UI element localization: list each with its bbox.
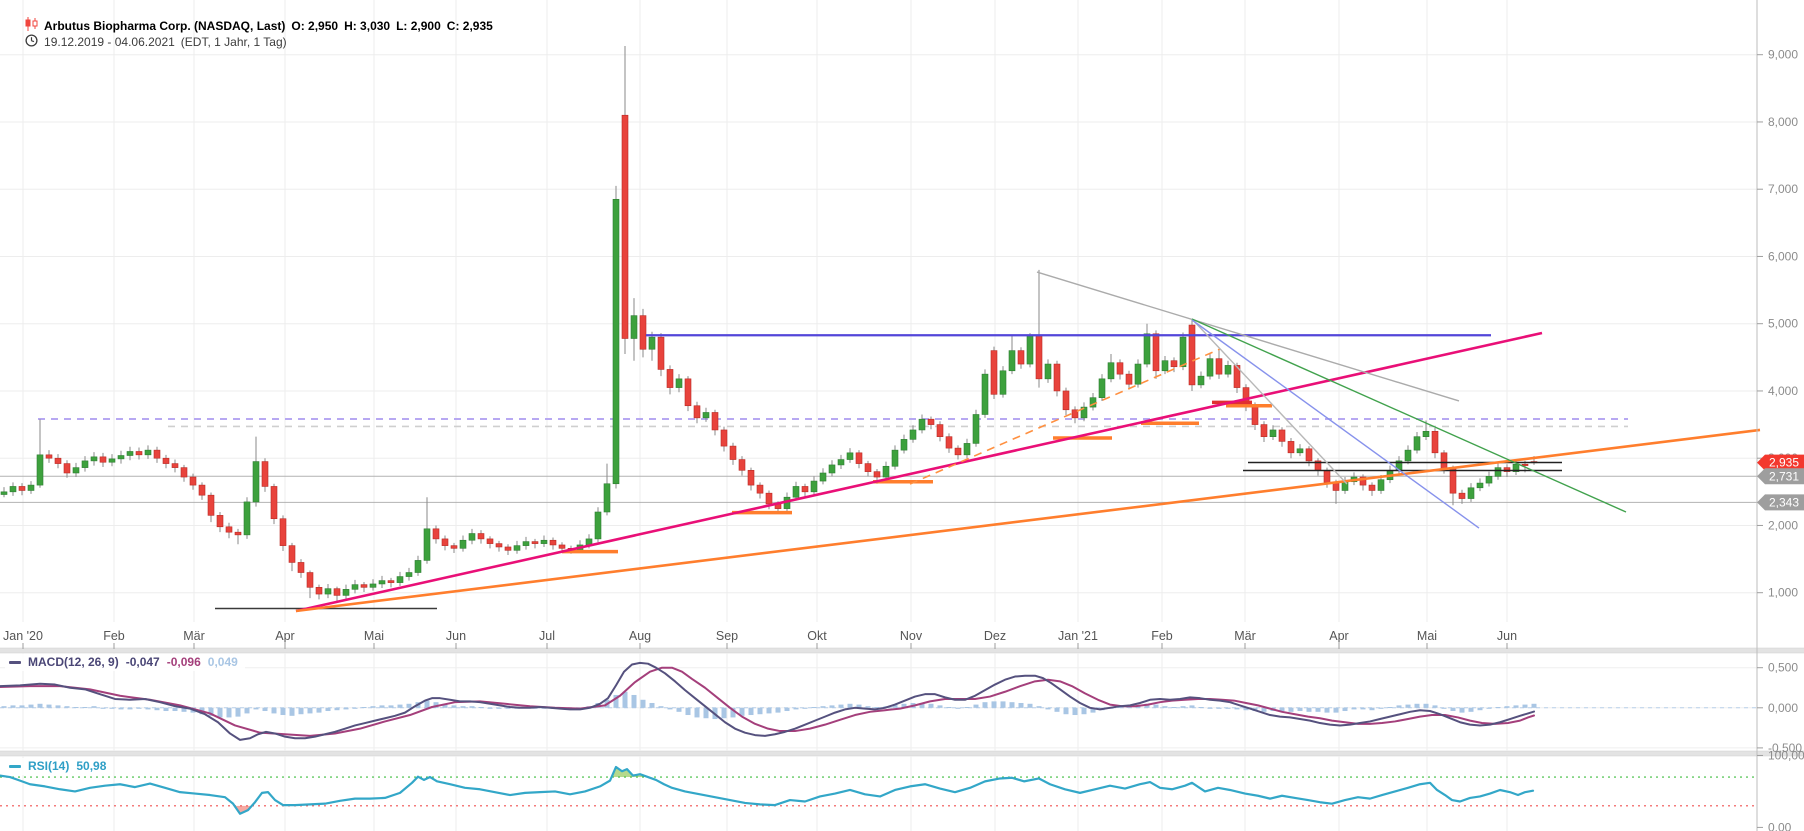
date-range-row: 19.12.2019 - 04.06.2021 (EDT, 1 Jahr, 1 … bbox=[5, 20, 287, 64]
ohlc-high: H: 3,030 bbox=[344, 18, 391, 33]
svg-text:Jan '21: Jan '21 bbox=[1058, 629, 1098, 643]
ohlc-open: O: 2,950 bbox=[291, 18, 339, 33]
svg-text:1,000: 1,000 bbox=[1768, 586, 1798, 600]
svg-text:5,000: 5,000 bbox=[1768, 317, 1798, 331]
svg-text:Jun: Jun bbox=[446, 629, 466, 643]
svg-text:Mär: Mär bbox=[1234, 629, 1256, 643]
svg-text:Jun: Jun bbox=[1497, 629, 1517, 643]
macd-swatch-icon bbox=[9, 660, 21, 664]
svg-text:9,000: 9,000 bbox=[1768, 48, 1798, 62]
chart-canvas[interactable]: 9,0008,0007,0006,0005,0004,0003,0002,000… bbox=[0, 0, 1804, 831]
svg-text:100,00: 100,00 bbox=[1768, 748, 1804, 762]
svg-text:0,00: 0,00 bbox=[1768, 820, 1792, 831]
macd-histogram-value: 0,049 bbox=[207, 655, 238, 669]
macd-signal-value: -0,096 bbox=[166, 655, 201, 669]
svg-text:Mai: Mai bbox=[364, 629, 384, 643]
svg-text:6,000: 6,000 bbox=[1768, 249, 1798, 263]
svg-text:2,000: 2,000 bbox=[1768, 518, 1798, 532]
rsi-legend[interactable]: RSI(14) 50,98 bbox=[5, 758, 114, 775]
svg-text:2,343: 2,343 bbox=[1769, 495, 1799, 509]
svg-text:4,000: 4,000 bbox=[1768, 384, 1798, 398]
rsi-value: 50,98 bbox=[76, 759, 107, 773]
macd-label: MACD(12, 26, 9) bbox=[28, 655, 119, 669]
svg-text:0,500: 0,500 bbox=[1768, 661, 1798, 675]
rsi-label: RSI(14) bbox=[28, 759, 70, 773]
svg-text:Nov: Nov bbox=[900, 629, 923, 643]
svg-text:Feb: Feb bbox=[1151, 629, 1173, 643]
svg-text:2,935: 2,935 bbox=[1769, 456, 1799, 470]
svg-text:8,000: 8,000 bbox=[1768, 115, 1798, 129]
svg-text:Sep: Sep bbox=[716, 629, 738, 643]
ohlc-low: L: 2,900 bbox=[396, 18, 441, 33]
svg-text:7,000: 7,000 bbox=[1768, 182, 1798, 196]
svg-text:2,731: 2,731 bbox=[1769, 469, 1799, 483]
svg-text:Mai: Mai bbox=[1417, 629, 1437, 643]
date-range[interactable]: 19.12.2019 - 04.06.2021 bbox=[44, 35, 175, 49]
ohlc-close: C: 2,935 bbox=[446, 18, 493, 33]
charting-app: 9,0008,0007,0006,0005,0004,0003,0002,000… bbox=[0, 0, 1804, 831]
svg-text:Jul: Jul bbox=[539, 629, 555, 643]
svg-text:Dez: Dez bbox=[984, 629, 1006, 643]
svg-text:Mär: Mär bbox=[183, 629, 205, 643]
svg-text:Feb: Feb bbox=[103, 629, 125, 643]
svg-text:Apr: Apr bbox=[275, 629, 294, 643]
rsi-swatch-icon bbox=[9, 764, 21, 768]
svg-text:Aug: Aug bbox=[629, 629, 651, 643]
macd-legend[interactable]: MACD(12, 26, 9) -0,047 -0,096 0,049 bbox=[5, 654, 245, 671]
svg-text:Jan '20: Jan '20 bbox=[3, 629, 43, 643]
price-badges: 2,9352,731 2,343 bbox=[1757, 454, 1804, 511]
svg-text:0,000: 0,000 bbox=[1768, 701, 1798, 715]
svg-text:Okt: Okt bbox=[807, 629, 827, 643]
svg-text:Apr: Apr bbox=[1329, 629, 1348, 643]
macd-value: -0,047 bbox=[125, 655, 160, 669]
clock-icon bbox=[5, 20, 38, 64]
timeframe-label[interactable]: (EDT, 1 Jahr, 1 Tag) bbox=[181, 35, 287, 49]
